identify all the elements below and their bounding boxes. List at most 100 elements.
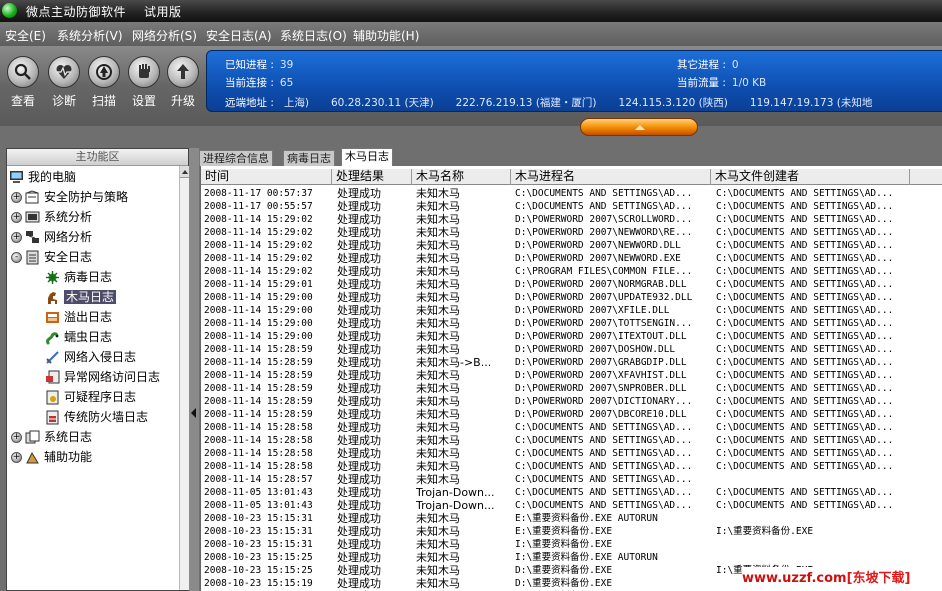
cell-time: 2008-11-14 15:29:00 [204, 318, 313, 329]
table-row[interactable]: 2008-10-23 15:15:31 处理成功 未知木马 E:\重要资料备份.EXE… [201, 512, 942, 525]
table-row[interactable]: 2008-11-14 15:29:02 处理成功 未知木马 D:\POWERWORD … [201, 239, 942, 252]
diagnose-button[interactable]: 诊断 [46, 56, 82, 109]
table-row[interactable]: 2008-11-17 00:57:37 处理成功 未知木马 C:\DOCUMENTS … [201, 187, 942, 200]
cell-process-name: D:\POWERWORD 2007\NEWWORD.DLL [515, 240, 681, 251]
tree-item-tools[interactable]: + 辅助功能 [11, 448, 92, 466]
expand-icon[interactable]: + [11, 452, 22, 463]
tree-item-sword[interactable]: 网络入侵日志 [45, 348, 136, 366]
table-row[interactable]: 2008-11-14 15:29:02 处理成功 未知木马 D:\POWERWORD … [201, 252, 942, 265]
table-row[interactable]: 2008-11-14 15:29:02 处理成功 未知木马 D:\POWERWORD … [201, 213, 942, 226]
tree-item-worm[interactable]: 蠕虫日志 [45, 328, 112, 346]
table-row[interactable]: 2008-11-14 15:29:02 处理成功 未知木马 D:\POWERWORD … [201, 226, 942, 239]
menu-security[interactable]: 安全(E) [5, 27, 46, 44]
collapse-icon[interactable]: - [11, 252, 22, 263]
collapse-panel-button[interactable] [580, 118, 698, 136]
cell-result: 处理成功 [337, 408, 381, 421]
table-row[interactable]: 2008-11-14 15:29:01 处理成功 未知木马 D:\POWERWORD … [201, 278, 942, 291]
cell-result: 处理成功 [337, 213, 381, 226]
cell-time: 2008-11-17 00:55:57 [204, 201, 313, 212]
table-row[interactable]: 2008-11-14 15:28:58 处理成功 未知木马 C:\DOCUMENTS … [201, 434, 942, 447]
menu-tools[interactable]: 辅助功能(H) [353, 27, 419, 44]
table-row[interactable]: 2008-11-14 15:28:59 处理成功 未知木马 D:\POWERWORD … [201, 369, 942, 382]
table-row[interactable]: 2008-11-14 15:29:00 处理成功 未知木马 D:\POWERWORD … [201, 317, 942, 330]
tree-item-virus[interactable]: 病毒日志 [45, 268, 112, 286]
cell-time: 2008-10-23 15:15:31 [204, 526, 313, 537]
cell-result: 处理成功 [337, 486, 381, 499]
menu-system-log[interactable]: 系统日志(O) [280, 27, 347, 44]
column-header-time[interactable]: 时间 [201, 169, 332, 185]
cell-time: 2008-11-14 15:29:00 [204, 292, 313, 303]
cell-trojan-name: 未知木马 [416, 226, 460, 239]
tree-scrollbar[interactable] [179, 166, 190, 590]
table-row[interactable]: 2008-11-14 15:28:59 处理成功 未知木马 D:\POWERWORD … [201, 408, 942, 421]
table-row[interactable]: 2008-10-23 15:15:31 处理成功 未知木马 E:\重要资料备份.EXE… [201, 525, 942, 538]
cell-trojan-name: 未知木马 [416, 304, 460, 317]
column-header-trojan-name[interactable]: 木马名称 [412, 169, 511, 185]
menu-network-analysis[interactable]: 网络分析(S) [132, 27, 197, 44]
cell-process-name: D:\POWERWORD 2007\SNPROBER.DLL [515, 383, 687, 394]
firewall-icon [45, 410, 60, 425]
table-row[interactable]: 2008-11-14 15:28:59 处理成功 未知木马 D:\POWERWORD … [201, 343, 942, 356]
tree-item-computer[interactable]: 我的电脑 [9, 168, 76, 186]
cell-trojan-name: 未知木马 [416, 564, 460, 577]
table-row[interactable]: 2008-11-14 15:28:59 处理成功 未知木马 D:\POWERWORD … [201, 382, 942, 395]
cell-trojan-name: 未知木马 [416, 473, 460, 486]
tree-item-system-log[interactable]: + 系统日志 [11, 428, 92, 446]
table-row[interactable]: 2008-11-14 15:28:58 处理成功 未知木马 C:\DOCUMENTS … [201, 460, 942, 473]
tree-item-label: 安全日志 [44, 250, 93, 264]
settings-button[interactable]: 设置 [126, 56, 162, 109]
tree-item-log[interactable]: - 安全日志 [11, 248, 92, 266]
column-header-file-creator[interactable]: 木马文件创建者 [711, 169, 910, 185]
tree-item-system[interactable]: + 系统分析 [11, 208, 92, 226]
cell-time: 2008-11-14 15:28:58 [204, 435, 313, 446]
tab-virus-log[interactable]: 病毒日志 [283, 150, 335, 166]
tree-item-suspicious[interactable]: 可疑程序日志 [45, 388, 136, 406]
menu-system-analysis[interactable]: 系统分析(V) [57, 27, 123, 44]
table-row[interactable]: 2008-11-14 15:28:59 处理成功 未知木马 D:\POWERWORD … [201, 395, 942, 408]
heart-monitor-icon [48, 56, 80, 88]
cell-process-name: D:\POWERWORD 2007\ITEXTOUT.DLL [515, 331, 687, 342]
table-row[interactable]: 2008-11-05 13:01:43 处理成功 Trojan-Down... C:\… [201, 486, 942, 499]
column-header-process-name[interactable]: 木马进程名 [511, 169, 711, 185]
cell-trojan-name: 未知木马 [416, 317, 460, 330]
view-button[interactable]: 查看 [5, 56, 41, 109]
known-processes: 已知进程 :39 [225, 59, 294, 71]
expand-icon[interactable]: + [11, 192, 22, 203]
table-row[interactable]: 2008-11-17 00:55:57 处理成功 未知木马 C:\DOCUMENTS … [201, 200, 942, 213]
trojan-horse-icon [45, 290, 60, 305]
tree-item-shield-policy[interactable]: + 安全防护与策略 [11, 188, 128, 206]
tree-item-overflow[interactable]: 溢出日志 [45, 308, 112, 326]
cell-time: 2008-11-14 15:29:02 [204, 227, 313, 238]
table-row[interactable]: 2008-11-14 15:28:58 处理成功 未知木马 C:\DOCUMENTS … [201, 447, 942, 460]
table-row[interactable]: 2008-11-14 15:29:00 处理成功 未知木马 D:\POWERWORD … [201, 330, 942, 343]
tree-item-label: 传统防火墙日志 [64, 410, 149, 424]
panel-splitter[interactable] [189, 148, 199, 591]
menu-security-log[interactable]: 安全日志(A) [206, 27, 272, 44]
tree-item-trojan-horse[interactable]: 木马日志 [45, 288, 117, 306]
tab-trojan-log[interactable]: 木马日志 [341, 148, 393, 166]
table-row[interactable]: 2008-11-14 15:28:57 处理成功 未知木马 C:\DOCUMENTS … [201, 473, 942, 486]
cell-file-creator: C:\DOCUMENTS AND SETTINGS\AD... [716, 500, 894, 511]
expand-icon[interactable]: + [11, 232, 22, 243]
tree-item-firewall[interactable]: 传统防火墙日志 [45, 408, 148, 426]
column-header-result[interactable]: 处理结果 [332, 169, 412, 185]
expand-icon[interactable]: + [11, 432, 22, 443]
table-row[interactable]: 2008-11-14 15:29:00 处理成功 未知木马 D:\POWERWORD … [201, 304, 942, 317]
tree-item-network[interactable]: + 网络分析 [11, 228, 92, 246]
table-row[interactable]: 2008-11-14 15:28:58 处理成功 未知木马 C:\DOCUMENTS … [201, 421, 942, 434]
table-row[interactable]: 2008-11-05 13:01:43 处理成功 Trojan-Down... C:\… [201, 499, 942, 512]
scan-button[interactable]: 扫描 [86, 56, 122, 109]
title-bar: 微点主动防御软件 试用版 [0, 0, 942, 22]
table-row[interactable]: 2008-11-14 15:29:02 处理成功 未知木马 C:\PROGRAM FI… [201, 265, 942, 278]
remote-address: 上海) [283, 97, 309, 109]
cell-file-creator: C:\DOCUMENTS AND SETTINGS\AD... [716, 279, 894, 290]
tab-process-info[interactable]: 进程综合信息 [199, 150, 273, 166]
tools-icon [25, 450, 40, 465]
expand-icon[interactable]: + [11, 212, 22, 223]
table-row[interactable]: 2008-10-23 15:15:25 处理成功 未知木马 I:\重要资料备份.EXE… [201, 551, 942, 564]
table-row[interactable]: 2008-11-14 15:29:00 处理成功 未知木马 D:\POWERWORD … [201, 291, 942, 304]
table-row[interactable]: 2008-10-23 15:15:31 处理成功 未知木马 I:\重要资料备份.EXE [201, 538, 942, 551]
tree-item-network-log[interactable]: 异常网络访问日志 [45, 368, 160, 386]
upgrade-button[interactable]: 升级 [165, 56, 201, 109]
table-row[interactable]: 2008-11-14 15:28:59 处理成功 未知木马->B... D:\POWE… [201, 356, 942, 369]
